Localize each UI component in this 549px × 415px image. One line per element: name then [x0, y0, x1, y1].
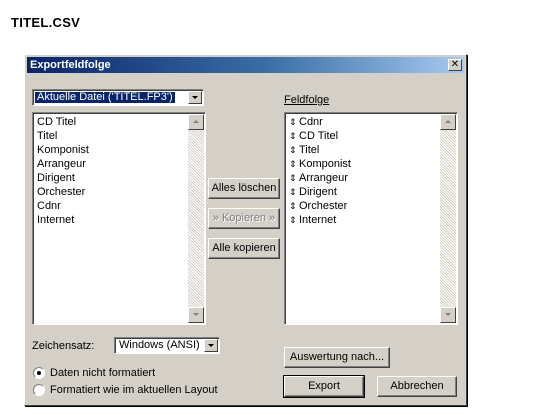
- chevron-down-icon[interactable]: [204, 339, 218, 352]
- list-item[interactable]: ⇕ CD Titel: [289, 129, 457, 143]
- chevron-down-icon[interactable]: [188, 91, 202, 104]
- charset-select[interactable]: Windows (ANSI): [114, 337, 220, 354]
- radio-formatted-label: Formatiert wie im aktuellen Layout: [50, 383, 218, 396]
- move-handle-icon[interactable]: ⇕: [289, 171, 299, 185]
- scroll-down-icon[interactable]: [188, 307, 204, 323]
- charset-label: Zeichensatz:: [32, 340, 95, 352]
- list-item-label: Titel: [299, 144, 320, 156]
- list-item-label: Dirigent: [299, 186, 337, 198]
- list-item[interactable]: Orchester: [37, 185, 205, 199]
- list-item[interactable]: Dirigent: [37, 171, 205, 185]
- list-item-label: Orchester: [299, 200, 348, 212]
- list-item-label: Arrangeur: [299, 172, 348, 184]
- field-order-list[interactable]: ⇕ Cdnr ⇕ CD Titel ⇕ Titel ⇕ Komponist ⇕ Arrangeur…: [284, 112, 458, 325]
- source-fields-list[interactable]: CD Titel Titel Komponist Arrangeur Dirigent O…: [32, 112, 206, 325]
- list-item[interactable]: Titel: [37, 129, 205, 143]
- radio-formatted-layout[interactable]: Formatiert wie im aktuellen Layout: [33, 383, 218, 396]
- move-handle-icon[interactable]: ⇕: [289, 199, 299, 213]
- dialog-titlebar: Exportfeldfolge ✕: [27, 57, 464, 73]
- list-item-label: Cdnr: [299, 116, 323, 128]
- source-file-select[interactable]: Aktuelle Datei ('TITEL.FP3'): [32, 89, 204, 106]
- close-icon: ✕: [450, 59, 460, 70]
- list-item[interactable]: Komponist: [37, 143, 205, 157]
- source-file-value: Aktuelle Datei ('TITEL.FP3'): [34, 91, 176, 104]
- list-item[interactable]: ⇕ Orchester: [289, 199, 457, 213]
- field-order-label: Feldfolge: [284, 94, 330, 106]
- list-item[interactable]: ⇕ Internet: [289, 213, 457, 227]
- list-item-label: Internet: [299, 214, 337, 226]
- list-item[interactable]: Internet: [37, 213, 205, 227]
- list-item[interactable]: ⇕ Cdnr: [289, 115, 457, 129]
- list-item[interactable]: ⇕ Arrangeur: [289, 171, 457, 185]
- move-handle-icon[interactable]: ⇕: [289, 115, 299, 129]
- dialog-title: Exportfeldfolge: [30, 59, 111, 71]
- evaluation-button[interactable]: Auswertung nach...: [284, 347, 390, 368]
- clear-all-button[interactable]: Alles löschen: [208, 178, 280, 199]
- cancel-button[interactable]: Abbrechen: [377, 376, 457, 397]
- list-item-label: Komponist: [299, 158, 351, 170]
- move-handle-icon[interactable]: ⇕: [289, 129, 299, 143]
- list-item[interactable]: ⇕ Komponist: [289, 157, 457, 171]
- copy-all-button[interactable]: Alle kopieren: [208, 238, 280, 259]
- close-button[interactable]: ✕: [448, 59, 462, 71]
- list-item-label: CD Titel: [299, 130, 339, 142]
- list-item[interactable]: ⇕ Dirigent: [289, 185, 457, 199]
- source-list-scrollbar[interactable]: [188, 114, 204, 323]
- move-handle-icon[interactable]: ⇕: [289, 213, 299, 227]
- scroll-up-icon[interactable]: [440, 114, 456, 130]
- radio-unformatted[interactable]: Daten nicht formatiert: [33, 366, 155, 379]
- export-field-order-dialog: Exportfeldfolge ✕ Aktuelle Datei ('TITEL…: [24, 54, 467, 406]
- charset-value: Windows (ANSI): [119, 339, 200, 351]
- scroll-up-icon[interactable]: [188, 114, 204, 130]
- radio-formatted-indicator[interactable]: [33, 383, 45, 396]
- radio-unformatted-indicator[interactable]: [33, 366, 45, 379]
- list-item[interactable]: ⇕ Titel: [289, 143, 457, 157]
- move-handle-icon[interactable]: ⇕: [289, 143, 299, 157]
- list-item[interactable]: CD Titel: [37, 115, 205, 129]
- scroll-down-icon[interactable]: [440, 307, 456, 323]
- copy-button[interactable]: » Kopieren »: [208, 208, 280, 229]
- list-item[interactable]: Arrangeur: [37, 157, 205, 171]
- export-button[interactable]: Export: [283, 375, 365, 398]
- move-handle-icon[interactable]: ⇕: [289, 185, 299, 199]
- list-item[interactable]: Cdnr: [37, 199, 205, 213]
- page-title: TITEL.CSV: [11, 15, 81, 30]
- move-handle-icon[interactable]: ⇕: [289, 157, 299, 171]
- radio-unformatted-label: Daten nicht formatiert: [50, 366, 156, 379]
- field-order-scrollbar[interactable]: [440, 114, 456, 323]
